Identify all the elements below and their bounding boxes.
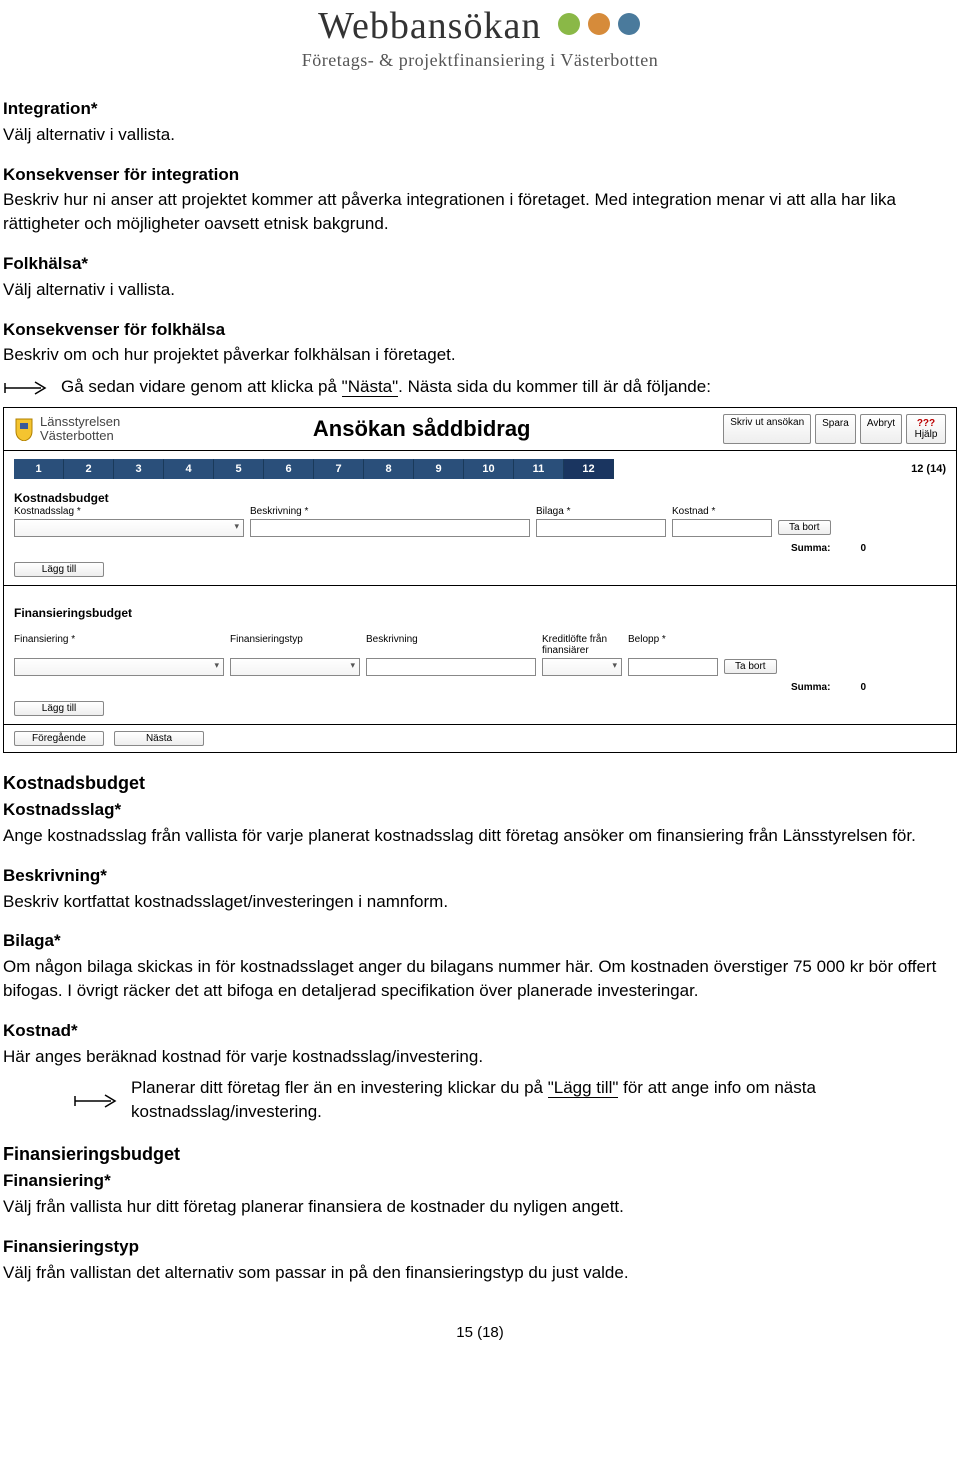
text: Ange kostnadsslag från vallista för varj…	[3, 824, 957, 848]
help-button[interactable]: ???Hjälp	[906, 414, 946, 444]
nav-row: Föregående Nästa	[4, 725, 956, 752]
step-9[interactable]: 9	[414, 459, 464, 479]
label-belopp: Belopp *	[628, 634, 718, 656]
step-count: 12 (14)	[911, 463, 946, 475]
save-button[interactable]: Spara	[815, 414, 856, 444]
heading-bilaga: Bilaga*	[3, 929, 957, 953]
app-header: Länsstyrelsen Västerbotten Ansökan såddb…	[4, 408, 956, 451]
agency-shield-icon	[14, 417, 34, 441]
text: Beskriv om och hur projektet påverkar fo…	[3, 343, 957, 367]
finansieringsbudget-title: Finansieringsbudget	[14, 606, 946, 620]
kreditlofte-select[interactable]	[542, 658, 622, 676]
tabort-button[interactable]: Ta bort	[778, 520, 831, 535]
text: Välj alternativ i vallista.	[3, 123, 957, 147]
kostnadsbudget-section: Kostnadsbudget Kostnadsslag * Beskrivnin…	[4, 487, 956, 586]
step-1[interactable]: 1	[14, 459, 64, 479]
heading-finansieringsbudget: Finansieringsbudget	[3, 1142, 957, 1167]
app-screenshot: Länsstyrelsen Västerbotten Ansökan såddb…	[3, 407, 957, 753]
fin-summa-label: Summa:	[791, 682, 830, 693]
label-kostnad: Kostnad *	[672, 506, 772, 517]
step-8[interactable]: 8	[364, 459, 414, 479]
summa-label: Summa:	[791, 543, 830, 554]
arrow-text: Planerar ditt företag fler än en investe…	[131, 1076, 957, 1124]
fin-summa-value: 0	[860, 682, 866, 693]
heading-konsekvenser-folkhalsa: Konsekvenser för folkhälsa	[3, 318, 957, 342]
kostnadsbudget-title: Kostnadsbudget	[14, 491, 946, 505]
app-title: Ansökan såddbidrag	[120, 416, 723, 442]
lagg-till-button[interactable]: Lägg till	[14, 562, 104, 577]
step-6[interactable]: 6	[264, 459, 314, 479]
label-finansiering: Finansiering *	[14, 634, 224, 656]
logo-header: Webbansökan Företags- & projektfinansier…	[0, 0, 960, 79]
kostnad-input[interactable]	[672, 519, 772, 537]
fin-lagg-till-button[interactable]: Lägg till	[14, 701, 104, 716]
step-12[interactable]: 12	[564, 459, 614, 479]
dot-blue-icon	[618, 13, 640, 35]
logo-title: Webbansökan	[318, 4, 541, 48]
foregaende-button[interactable]: Föregående	[14, 731, 104, 746]
kostnadsslag-select[interactable]	[14, 519, 244, 537]
label-kreditlofte: Kreditlöfte från finansiärer	[542, 634, 622, 656]
heading-folkhalsa: Folkhälsa*	[3, 252, 957, 276]
belopp-input[interactable]	[628, 658, 718, 676]
heading-kostnadsbudget: Kostnadsbudget	[3, 771, 957, 796]
step-3[interactable]: 3	[114, 459, 164, 479]
text: Välj från vallistan det alternativ som p…	[3, 1261, 957, 1285]
dot-orange-icon	[588, 13, 610, 35]
step-bar: 1 2 3 4 5 6 7 8 9 10 11 12 12 (14)	[4, 451, 956, 487]
step-7[interactable]: 7	[314, 459, 364, 479]
logo-subtitle: Företags- & projektfinansiering i Väster…	[0, 50, 960, 71]
label-finansieringstyp: Finansieringstyp	[230, 634, 360, 656]
arrow-line-laggtill: Planerar ditt företag fler än en investe…	[73, 1076, 957, 1126]
bilaga-input[interactable]	[536, 519, 666, 537]
text: Om någon bilaga skickas in för kostnadss…	[3, 955, 957, 1003]
step-10[interactable]: 10	[464, 459, 514, 479]
text: Välj alternativ i vallista.	[3, 278, 957, 302]
fin-beskrivning-input[interactable]	[366, 658, 536, 676]
logo-dots	[556, 13, 642, 39]
beskrivning-input[interactable]	[250, 519, 530, 537]
label-bilaga: Bilaga *	[536, 506, 666, 517]
finansieringstyp-select[interactable]	[230, 658, 360, 676]
heading-beskrivning: Beskrivning*	[3, 864, 957, 888]
agency-name: Länsstyrelsen Västerbotten	[40, 415, 120, 444]
arrow-icon	[73, 1092, 123, 1110]
heading-integration: Integration*	[3, 97, 957, 121]
heading-konsekvenser-integration: Konsekvenser för integration	[3, 163, 957, 187]
text: Välj från vallista hur ditt företag plan…	[3, 1195, 957, 1219]
step-5[interactable]: 5	[214, 459, 264, 479]
finansiering-select[interactable]	[14, 658, 224, 676]
step-11[interactable]: 11	[514, 459, 564, 479]
top-buttons: Skriv ut ansökan Spara Avbryt ???Hjälp	[723, 414, 946, 444]
text: Här anges beräknad kostnad för varje kos…	[3, 1045, 957, 1069]
page-number: 15 (18)	[3, 1324, 957, 1341]
cancel-button[interactable]: Avbryt	[860, 414, 902, 444]
arrow-text: Gå sedan vidare genom att klicka på "Näs…	[61, 375, 711, 399]
arrow-line-nasta: Gå sedan vidare genom att klicka på "Näs…	[3, 375, 957, 401]
label-fin-beskrivning: Beskrivning	[366, 634, 536, 656]
step-4[interactable]: 4	[164, 459, 214, 479]
document-body: Integration* Välj alternativ i vallista.…	[0, 79, 960, 1351]
heading-kostnadsslag: Kostnadsslag*	[3, 798, 957, 822]
dot-green-icon	[558, 13, 580, 35]
print-button[interactable]: Skriv ut ansökan	[723, 414, 811, 444]
summa-value: 0	[860, 543, 866, 554]
heading-finansiering: Finansiering*	[3, 1169, 957, 1193]
finansieringsbudget-section: Finansieringsbudget Finansiering * Finan…	[4, 586, 956, 725]
heading-kostnad: Kostnad*	[3, 1019, 957, 1043]
arrow-icon	[3, 379, 53, 397]
fin-tabort-button[interactable]: Ta bort	[724, 659, 777, 674]
label-kostnadsslag: Kostnadsslag *	[14, 506, 244, 517]
step-2[interactable]: 2	[64, 459, 114, 479]
nasta-button[interactable]: Nästa	[114, 731, 204, 746]
text: Beskriv kortfattat kostnadsslaget/invest…	[3, 890, 957, 914]
text: Beskriv hur ni anser att projektet komme…	[3, 188, 957, 236]
heading-finansieringstyp: Finansieringstyp	[3, 1235, 957, 1259]
label-beskrivning: Beskrivning *	[250, 506, 530, 517]
